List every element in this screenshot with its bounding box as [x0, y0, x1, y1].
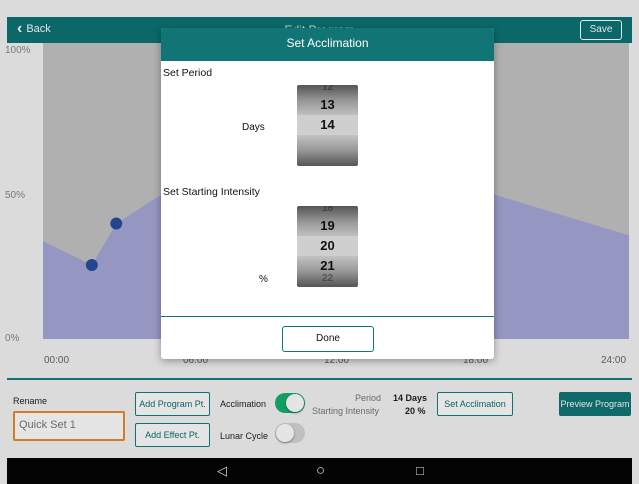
picker-item[interactable]: 12: [297, 85, 358, 95]
picker-item-selected[interactable]: 20: [297, 236, 358, 256]
picker-item-selected[interactable]: 14: [297, 115, 358, 135]
picker-item[interactable]: 19: [297, 216, 358, 236]
app-frame: ‹ Back Edit Program Save 100% 50% 0% 00:…: [0, 0, 639, 484]
percent-label: %: [259, 274, 268, 285]
picker-item[interactable]: 18: [297, 206, 358, 216]
set-period-label: Set Period: [163, 67, 213, 79]
intensity-picker[interactable]: 18 19 20 21 22: [297, 206, 358, 287]
dialog-title: Set Acclimation: [161, 28, 494, 61]
days-picker[interactable]: 12 13 14: [297, 85, 358, 166]
picker-item[interactable]: [297, 135, 358, 155]
days-label: Days: [242, 122, 265, 133]
set-starting-intensity-label: Set Starting Intensity: [163, 186, 260, 198]
picker-item[interactable]: 13: [297, 95, 358, 115]
dialog-divider: [161, 316, 494, 317]
done-button[interactable]: Done: [282, 326, 374, 352]
picker-item[interactable]: 22: [297, 274, 358, 286]
set-acclimation-dialog: Set Acclimation Set Period Days 12 13 14…: [161, 28, 494, 359]
